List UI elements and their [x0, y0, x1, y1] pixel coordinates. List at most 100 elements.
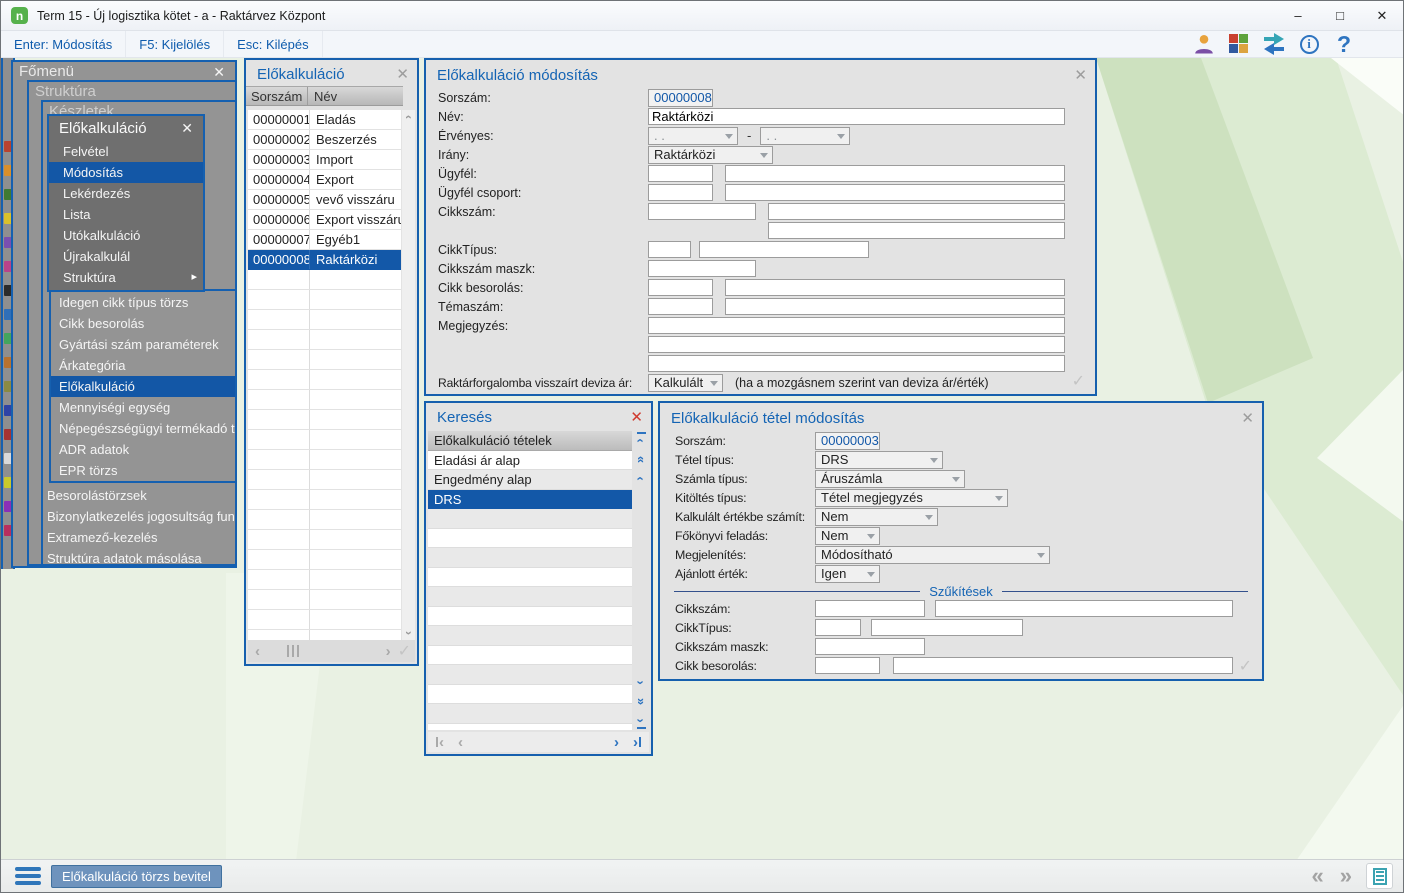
close-icon[interactable]: ✕ [630, 408, 643, 426]
table-row[interactable]: 00000002 Beszerzés [248, 130, 401, 150]
table-row[interactable] [248, 350, 401, 370]
table-row[interactable] [248, 290, 401, 310]
cikkszam-name-input[interactable] [768, 203, 1065, 220]
close-icon[interactable]: ✕ [1241, 409, 1254, 427]
ugyfel-csoport-name-input[interactable] [725, 184, 1065, 201]
table-row[interactable] [248, 570, 401, 590]
ugyfel-csoport-code-input[interactable] [648, 184, 713, 201]
szukites-cikktipus-code-input[interactable] [815, 619, 861, 636]
szukites-cikkszam-code-input[interactable] [815, 600, 925, 617]
confirm-check-icon[interactable]: ✓ [1072, 371, 1085, 391]
cikk-besorolas-code-input[interactable] [648, 279, 713, 296]
maximize-button[interactable]: □ [1319, 1, 1361, 30]
menu-item[interactable]: Lekérdezés [49, 183, 203, 204]
menu-item[interactable]: Újrakalkulál [49, 246, 203, 267]
scroll-up-icon[interactable]: ‹ [402, 110, 416, 124]
confirm-check-icon[interactable]: ✓ [398, 641, 415, 661]
table-row[interactable] [248, 430, 401, 450]
megjegyzes-input-2[interactable] [648, 336, 1065, 353]
kalkulalt-ertekbe-select[interactable]: Nem [815, 507, 938, 526]
szukites-cikkszam-name-input[interactable] [935, 600, 1233, 617]
menu-item[interactable]: Bizonylatkezelés jogosultság funkciók [43, 506, 235, 527]
list-item[interactable]: Előkalkuláció tételek [428, 431, 632, 451]
list-item[interactable] [428, 509, 632, 529]
list-item[interactable] [428, 723, 632, 730]
list-item[interactable] [428, 626, 632, 646]
minimize-button[interactable]: – [1277, 1, 1319, 30]
menu-item[interactable]: Gyártási szám paraméterek [51, 334, 235, 355]
column-header-nev[interactable]: Név [308, 87, 403, 105]
scroll-left-button[interactable]: ‹ [248, 643, 267, 660]
list-item[interactable] [428, 665, 632, 685]
list-item[interactable] [428, 606, 632, 626]
nav-back-icon[interactable]: « [1304, 865, 1332, 887]
menu-item[interactable]: Cikk besorolás [51, 313, 235, 334]
close-button[interactable]: ✕ [1361, 1, 1403, 30]
szamla-tipus-select[interactable]: Áruszámla [815, 469, 965, 488]
table-row[interactable] [248, 550, 401, 570]
user-icon[interactable] [1191, 32, 1217, 56]
list-item[interactable] [428, 704, 632, 724]
menu-item[interactable]: Utókalkuláció [49, 225, 203, 246]
temaszam-code-input[interactable] [648, 298, 713, 315]
close-icon[interactable]: ✕ [1074, 66, 1087, 84]
menu-item[interactable]: Népegészségügyi termékadó törzs [51, 418, 235, 439]
next-page-button[interactable]: › [607, 734, 626, 751]
megjegyzes-input-1[interactable] [648, 317, 1065, 334]
ervenyes-to-select[interactable]: . . [760, 126, 851, 145]
close-icon[interactable]: ✕ [181, 116, 197, 141]
help-icon[interactable]: ? [1331, 31, 1357, 57]
tetel-tipus-select[interactable]: DRS [815, 450, 943, 469]
table-row[interactable] [248, 390, 401, 410]
menu-item[interactable]: Lista [49, 204, 203, 225]
menu-item[interactable]: Extramező-kezelés [43, 527, 235, 548]
info-icon[interactable]: i [1296, 32, 1322, 56]
close-icon[interactable]: ✕ [213, 62, 229, 82]
confirm-check-icon[interactable]: ✓ [1239, 656, 1252, 676]
table-row[interactable]: 00000005 vevő visszáru [248, 190, 401, 210]
table-row[interactable]: 00000001 Eladás [248, 110, 401, 130]
list-item[interactable] [428, 645, 632, 665]
last-page-button[interactable]: › [626, 734, 649, 751]
list-item[interactable] [428, 548, 632, 568]
list-item[interactable] [428, 528, 632, 548]
apps-grid-icon[interactable] [1226, 32, 1252, 56]
page-up-button[interactable]: « [633, 451, 650, 468]
table-row[interactable] [248, 370, 401, 390]
scroll-right-button[interactable]: › [379, 643, 398, 660]
table-row[interactable] [248, 450, 401, 470]
table-row[interactable] [248, 630, 401, 640]
scroll-to-top-button[interactable]: ‹ [633, 432, 650, 449]
temaszam-name-input[interactable] [725, 298, 1065, 315]
deviza-ar-select[interactable]: Kalkulált [648, 373, 723, 392]
table-row[interactable] [248, 610, 401, 630]
table-row[interactable] [248, 510, 401, 530]
kitoltes-tipus-select[interactable]: Tétel megjegyzés [815, 488, 1008, 507]
transfer-arrows-icon[interactable] [1261, 32, 1287, 56]
scroll-down-icon[interactable]: › [402, 626, 416, 640]
menu-f5-kijeloles[interactable]: F5: Kijelölés [126, 31, 225, 57]
cikkszam-name2-input[interactable] [768, 222, 1065, 239]
list-item[interactable]: Engedmény alap [428, 470, 632, 490]
menu-esc-kilepes[interactable]: Esc: Kilépés [224, 31, 323, 57]
fokonyvi-feladas-select[interactable]: Nem [815, 526, 880, 545]
menu-item[interactable]: Struktúra adatok másolása [43, 548, 235, 569]
table-row[interactable]: 00000003 Import [248, 150, 401, 170]
list-item[interactable] [428, 587, 632, 607]
cikk-besorolas-name-input[interactable] [725, 279, 1065, 296]
menu-item[interactable]: Mennyiségi egység [51, 397, 235, 418]
menu-item[interactable]: Előkalkuláció [51, 376, 235, 397]
list-item[interactable] [428, 684, 632, 704]
table-row[interactable] [248, 310, 401, 330]
ajanlott-ertek-select[interactable]: Igen [815, 564, 880, 583]
megjelenites-select[interactable]: Módosítható [815, 545, 1050, 564]
table-row[interactable] [248, 270, 401, 290]
prev-page-button[interactable]: ‹ [451, 734, 470, 751]
menu-item[interactable]: EPR törzs [51, 460, 235, 481]
table-row[interactable] [248, 330, 401, 350]
hamburger-menu-icon[interactable] [15, 867, 41, 885]
first-page-button[interactable]: ‹ [428, 734, 451, 751]
menu-item[interactable]: Struktúra ▸ [49, 267, 203, 288]
table-row[interactable] [248, 410, 401, 430]
list-item[interactable]: DRS [428, 489, 632, 509]
